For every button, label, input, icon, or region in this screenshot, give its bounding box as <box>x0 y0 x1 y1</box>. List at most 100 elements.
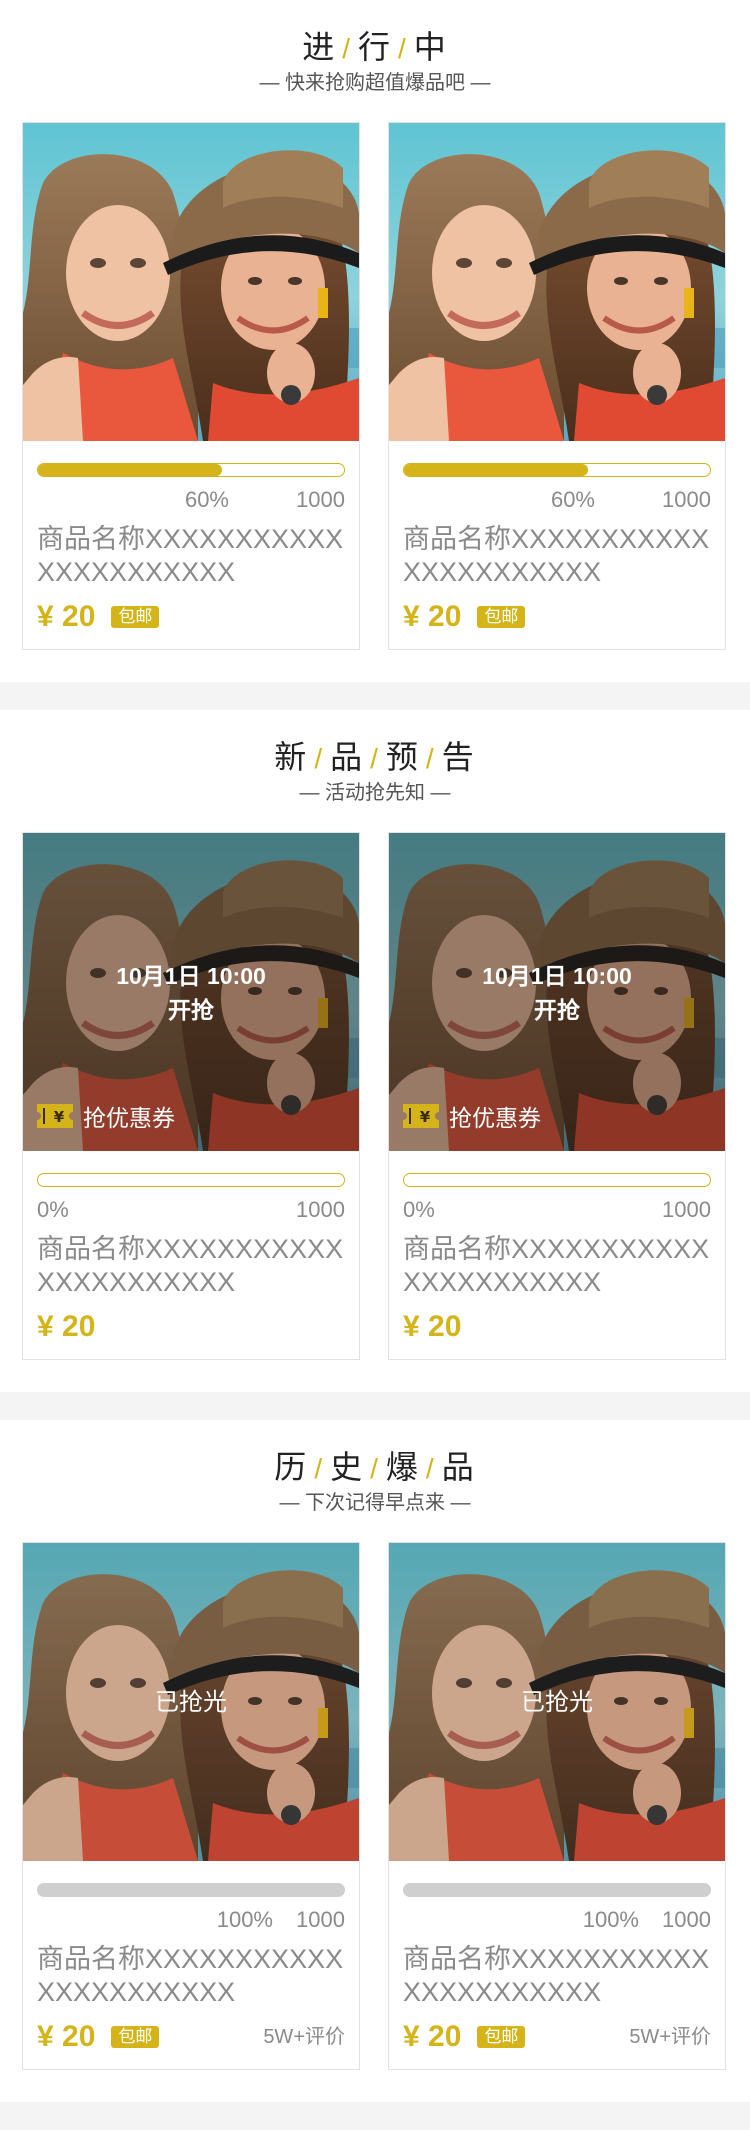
section-subtitle: — 活动抢先知 — <box>299 782 451 804</box>
title-slash: / <box>370 743 380 774</box>
progress-percent: 0% <box>403 1197 435 1222</box>
progress-percent: 60% <box>184 487 229 512</box>
title-slash: / <box>342 33 352 64</box>
title-char: 史 <box>330 1449 365 1485</box>
progress-percent: 60% <box>550 487 595 512</box>
section-title: 历 / 史 / 爆 / 品 <box>0 1448 750 1486</box>
product-image: 已抢光 <box>389 1543 725 1861</box>
title-char: 新 <box>274 739 309 775</box>
title-char: 品 <box>441 1449 476 1485</box>
coupon-label: 抢优惠券 <box>449 1105 541 1131</box>
stock-total: 1000 <box>296 1197 345 1222</box>
title-slash: / <box>398 33 408 64</box>
product-price: ¥ 20 <box>403 2020 462 2053</box>
progress-fill <box>38 464 222 476</box>
product-name[interactable]: 商品名称XXXXXXXXXXXXXXXXXXXXXX <box>403 1233 715 1299</box>
title-char: 品 <box>330 739 365 775</box>
title-char: 爆 <box>385 1449 420 1485</box>
product-price: ¥ 20 <box>403 600 462 633</box>
section-title: 进 / 行 / 中 <box>0 28 750 66</box>
stock-total: 1000 <box>662 1907 711 1932</box>
section-divider <box>0 1392 750 1420</box>
sold-out-label: 已抢光 <box>521 1689 593 1716</box>
product-card[interactable]: 10月1日 10:00 开抢 抢优惠券 0% 1000 商品名称XXXXXXXX… <box>22 832 360 1360</box>
sale-start-label: 开抢 <box>534 997 580 1023</box>
product-name[interactable]: 商品名称XXXXXXXXXXXXXXXXXXXXXX <box>403 1943 715 2009</box>
product-card[interactable]: 10月1日 10:00 开抢 抢优惠券 0% 1000 商品名称XXXXXXXX… <box>388 832 726 1360</box>
sale-start-label: 开抢 <box>168 997 214 1023</box>
product-price: ¥ 20 <box>37 1310 96 1343</box>
stock-total: 1000 <box>296 487 345 512</box>
sold-out-overlay: 已抢光 <box>389 1543 725 1861</box>
sale-start-date: 10月1日 10:00 <box>116 963 266 989</box>
sales-progress-bar <box>403 1173 711 1187</box>
product-card[interactable]: 60% 1000 商品名称XXXXXXXXXXXXXXXXXXXXXX ¥ 20… <box>22 122 360 650</box>
title-slash: / <box>314 743 325 774</box>
price-row: ¥ 20 <box>403 1307 711 1347</box>
grab-coupon-button[interactable]: 抢优惠券 <box>401 1099 541 1133</box>
section-subtitle: — 下次记得早点来 — <box>279 1492 471 1514</box>
product-price: ¥ 20 <box>37 600 96 633</box>
progress-fill <box>38 1884 344 1896</box>
sale-start-date: 10月1日 10:00 <box>482 963 632 989</box>
title-slash: / <box>425 743 436 774</box>
product-price: ¥ 20 <box>403 1310 462 1343</box>
review-count[interactable]: 5W+评价 <box>263 2017 345 2057</box>
progress-percent: 0% <box>37 1197 69 1222</box>
sales-progress-bar <box>403 463 711 477</box>
sold-out-label: 已抢光 <box>155 1689 227 1716</box>
free-shipping-badge: 包邮 <box>111 606 160 628</box>
product-price: ¥ 20 <box>37 2020 96 2053</box>
section-subtitle: — 快来抢购超值爆品吧 — <box>259 72 491 94</box>
section-in-progress: 进 / 行 / 中 — 快来抢购超值爆品吧 — 60% 1000 商品名称XXXXXXX… <box>0 0 750 682</box>
product-name[interactable]: 商品名称XXXXXXXXXXXXXXXXXXXXXX <box>37 523 349 589</box>
free-shipping-badge: 包邮 <box>477 606 526 628</box>
section-title: 新 / 品 / 预 / 告 <box>0 738 750 776</box>
product-name[interactable]: 商品名称XXXXXXXXXXXXXXXXXXXXXX <box>403 523 715 589</box>
title-char: 预 <box>385 739 420 775</box>
product-grid: 10月1日 10:00 开抢 抢优惠券 0% 1000 商品名称XXXXXXXX… <box>22 832 728 1362</box>
section-history: 历 / 史 / 爆 / 品 — 下次记得早点来 — 已抢光 100% 1000 商品名称XX… <box>0 1420 750 2102</box>
coupon-ticket-icon <box>35 1100 75 1132</box>
free-shipping-badge: 包邮 <box>111 2026 160 2048</box>
progress-fill <box>404 1884 710 1896</box>
section-divider <box>0 682 750 710</box>
title-char: 进 <box>302 29 337 65</box>
price-row: ¥ 20 包邮 5W+评价 <box>403 2017 711 2057</box>
product-image <box>23 123 359 441</box>
product-card[interactable]: 已抢光 100% 1000 商品名称XXXXXXXXXXXXXXXXXXXXXX… <box>22 1542 360 2070</box>
coupon-label: 抢优惠券 <box>83 1105 175 1131</box>
progress-stats: 60% 1000 <box>403 485 711 515</box>
price-row: ¥ 20 包邮 <box>403 597 711 637</box>
title-char: 行 <box>357 29 392 65</box>
grab-coupon-button[interactable]: 抢优惠券 <box>35 1099 175 1133</box>
section-upcoming: 新 / 品 / 预 / 告 — 活动抢先知 — 10月1日 10:00 开抢 抢优惠券 0%… <box>0 710 750 1392</box>
title-slash: / <box>314 1453 325 1484</box>
stock-total: 1000 <box>662 1197 711 1222</box>
free-shipping-badge: 包邮 <box>477 2026 526 2048</box>
product-grid: 60% 1000 商品名称XXXXXXXXXXXXXXXXXXXXXX ¥ 20… <box>22 122 728 652</box>
upcoming-overlay: 10月1日 10:00 开抢 抢优惠券 <box>23 833 359 1151</box>
stock-total: 1000 <box>296 1907 345 1932</box>
review-count[interactable]: 5W+评价 <box>629 2017 711 2057</box>
product-name[interactable]: 商品名称XXXXXXXXXXXXXXXXXXXXXX <box>37 1233 349 1299</box>
section-divider <box>0 2102 750 2130</box>
product-name[interactable]: 商品名称XXXXXXXXXXXXXXXXXXXXXX <box>37 1943 349 2009</box>
product-grid: 已抢光 100% 1000 商品名称XXXXXXXXXXXXXXXXXXXXXX… <box>22 1542 728 2072</box>
progress-stats: 60% 1000 <box>37 485 345 515</box>
progress-stats: 100% 1000 <box>403 1905 711 1935</box>
progress-stats: 100% 1000 <box>37 1905 345 1935</box>
title-slash: / <box>370 1453 380 1484</box>
product-image: 已抢光 <box>23 1543 359 1861</box>
price-row: ¥ 20 <box>37 1307 345 1347</box>
product-card[interactable]: 60% 1000 商品名称XXXXXXXXXXXXXXXXXXXXXX ¥ 20… <box>388 122 726 650</box>
product-card[interactable]: 已抢光 100% 1000 商品名称XXXXXXXXXXXXXXXXXXXXXX… <box>388 1542 726 2070</box>
stock-total: 1000 <box>662 487 711 512</box>
product-image: 10月1日 10:00 开抢 抢优惠券 <box>389 833 725 1151</box>
sales-progress-bar <box>37 1883 345 1897</box>
coupon-ticket-icon <box>401 1100 441 1132</box>
title-char: 告 <box>441 739 476 775</box>
title-char: 中 <box>413 29 448 65</box>
title-slash: / <box>425 1453 436 1484</box>
sales-progress-bar <box>37 463 345 477</box>
